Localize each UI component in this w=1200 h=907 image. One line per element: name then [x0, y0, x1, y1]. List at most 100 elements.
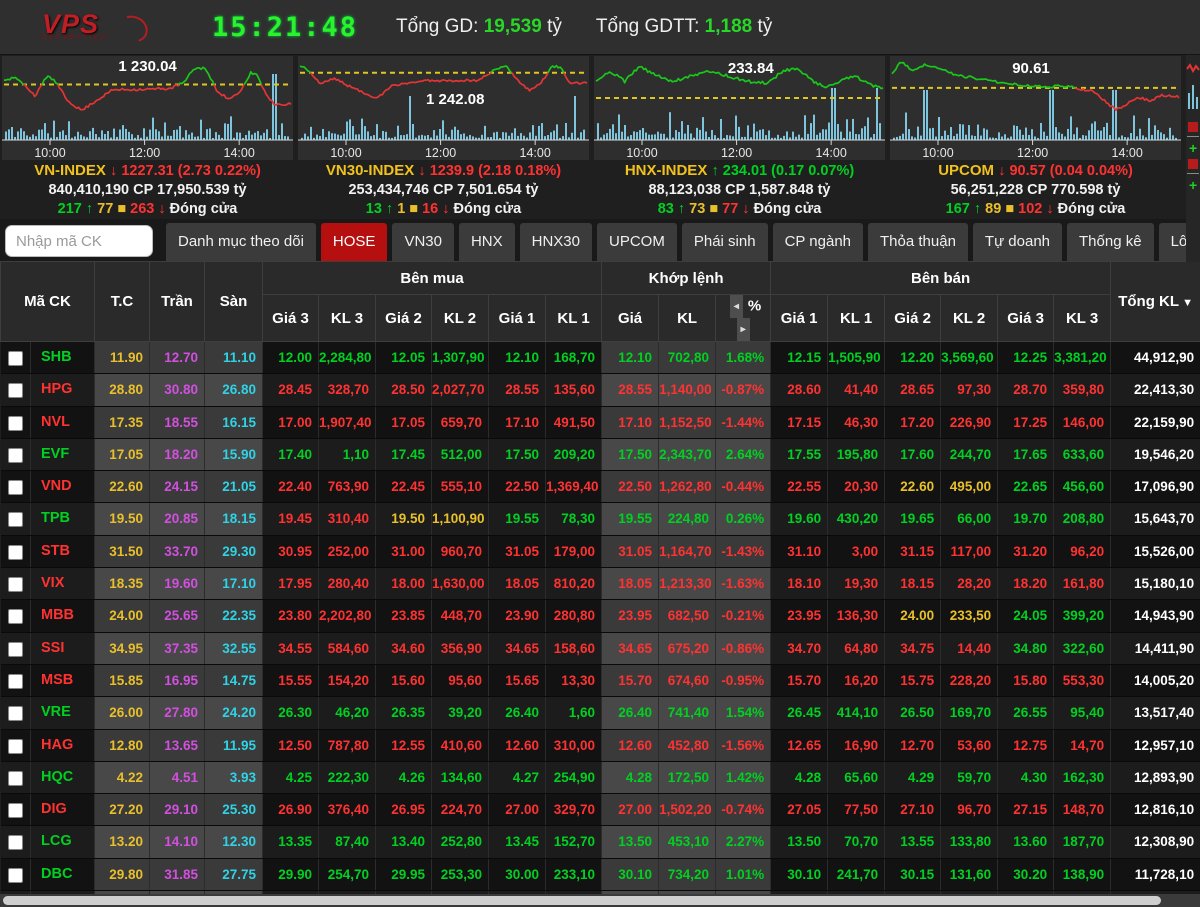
ask-price-cell-2[interactable]: 12.70 [884, 729, 942, 762]
index-headline[interactable]: UPCOM ↓ 90.57 (0.04 0.04%) [890, 161, 1181, 181]
bid-volume-cell-1[interactable]: 179,00 [545, 535, 603, 569]
ceiling-price-cell[interactable]: 31.85 [149, 858, 206, 892]
match-price-cell[interactable]: 17.10 [601, 406, 660, 439]
ceiling-price-cell[interactable]: 18.20 [149, 438, 206, 472]
ask-price-cell-1[interactable]: 31.10 [770, 535, 829, 569]
symbol-cell[interactable]: DBC [30, 858, 96, 892]
bid-price-cell-2[interactable]: 12.55 [375, 729, 433, 762]
floor-price-cell[interactable]: 16.15 [204, 406, 264, 439]
checkbox[interactable] [7, 383, 23, 399]
ask-price-cell-2[interactable]: 17.20 [884, 406, 942, 439]
ask-volume-cell-1[interactable]: 70,70 [827, 825, 886, 859]
col-header-match-vol[interactable]: KL [658, 294, 717, 342]
ask-price-cell-2[interactable]: 13.55 [884, 825, 942, 859]
row-checkbox-cell[interactable] [0, 567, 31, 601]
symbol-cell[interactable]: SSI [30, 632, 96, 665]
bid-volume-cell-3[interactable]: 584,60 [318, 632, 377, 665]
col-header-sell-vol3[interactable]: KL 3 [1053, 294, 1112, 342]
bid-price-cell-2[interactable]: 17.45 [375, 438, 433, 472]
match-volume-cell[interactable]: 1,164,70 [658, 535, 717, 569]
match-percent-cell[interactable]: -0.86% [715, 632, 772, 665]
bid-price-cell-2[interactable]: 4.26 [375, 761, 433, 795]
match-volume-cell[interactable]: 1,262,80 [658, 470, 717, 504]
bid-volume-cell-3[interactable]: 254,70 [318, 858, 377, 892]
col-header-buy-price1[interactable]: Giá 1 [488, 294, 547, 342]
ask-price-cell-2[interactable]: 26.50 [884, 696, 942, 730]
bid-volume-cell-3[interactable]: 87,40 [318, 825, 377, 859]
match-price-cell[interactable]: 19.55 [601, 502, 660, 536]
match-percent-cell[interactable]: -0.44% [715, 470, 772, 504]
tab-phái-sinh[interactable]: Phái sinh [681, 223, 768, 261]
ref-price-cell[interactable]: 24.00 [94, 599, 151, 633]
symbol-cell[interactable]: HQC [30, 761, 96, 795]
bid-price-cell-1[interactable]: 26.40 [488, 696, 547, 730]
tab-cp-ngành[interactable]: CP ngành [772, 223, 864, 261]
bid-price-cell-3[interactable]: 23.80 [262, 599, 320, 633]
bid-price-cell-1[interactable]: 15.65 [488, 664, 547, 698]
match-percent-cell[interactable]: 1.54% [715, 696, 772, 730]
checkbox[interactable] [7, 641, 23, 657]
ask-volume-cell-3[interactable]: 161,80 [1053, 567, 1112, 601]
ask-price-cell-2[interactable]: 18.15 [884, 567, 942, 601]
floor-price-cell[interactable]: 11.95 [204, 729, 264, 762]
ask-volume-cell-1[interactable]: 414,10 [827, 696, 886, 730]
floor-price-cell[interactable]: 22.35 [204, 599, 264, 633]
ask-price-cell-3[interactable]: 19.70 [997, 502, 1055, 536]
bid-volume-cell-2[interactable]: 134,60 [431, 761, 490, 795]
row-checkbox-cell[interactable] [0, 858, 31, 892]
match-volume-cell[interactable]: 452,80 [658, 729, 717, 762]
checkbox[interactable] [7, 673, 23, 689]
bid-volume-cell-2[interactable]: 1,100,90 [431, 502, 490, 536]
ask-price-cell-1[interactable]: 12.15 [770, 341, 829, 375]
ask-price-cell-3[interactable]: 15.80 [997, 664, 1055, 698]
ref-price-cell[interactable]: 28.80 [94, 373, 151, 407]
ask-price-cell-2[interactable]: 24.00 [884, 599, 942, 633]
bid-volume-cell-1[interactable]: 78,30 [545, 502, 603, 536]
checkbox[interactable] [7, 447, 23, 463]
match-price-cell[interactable]: 13.50 [601, 825, 660, 859]
bid-volume-cell-1[interactable]: 233,10 [545, 858, 603, 892]
bid-volume-cell-1[interactable]: 310,00 [545, 729, 603, 762]
bid-price-cell-2[interactable]: 13.40 [375, 825, 433, 859]
floor-price-cell[interactable]: 11.10 [204, 341, 264, 375]
match-volume-cell[interactable]: 674,60 [658, 664, 717, 698]
bid-volume-cell-3[interactable]: 763,90 [318, 470, 377, 504]
bid-price-cell-3[interactable]: 4.25 [262, 761, 320, 795]
bid-volume-cell-1[interactable]: 209,20 [545, 438, 603, 472]
ask-price-cell-3[interactable]: 28.70 [997, 373, 1055, 407]
bid-volume-cell-3[interactable]: 2,202,80 [318, 599, 377, 633]
ask-volume-cell-1[interactable]: 136,30 [827, 599, 886, 633]
bid-volume-cell-2[interactable]: 555,10 [431, 470, 490, 504]
bid-price-cell-1[interactable]: 13.45 [488, 825, 547, 859]
ask-price-cell-1[interactable]: 12.65 [770, 729, 829, 762]
bid-volume-cell-1[interactable]: 491,50 [545, 406, 603, 439]
ref-price-cell[interactable]: 17.05 [94, 438, 151, 472]
ref-price-cell[interactable]: 18.35 [94, 567, 151, 601]
checkbox[interactable] [7, 803, 23, 819]
ask-volume-cell-2[interactable]: 169,70 [940, 696, 999, 730]
bid-price-cell-2[interactable]: 17.05 [375, 406, 433, 439]
ask-price-cell-1[interactable]: 17.55 [770, 438, 829, 472]
match-volume-cell[interactable]: 172,50 [658, 761, 717, 795]
match-volume-cell[interactable]: 2,343,70 [658, 438, 717, 472]
ask-price-cell-1[interactable]: 30.10 [770, 858, 829, 892]
bid-price-cell-3[interactable]: 30.95 [262, 535, 320, 569]
col-header-total-volume[interactable]: Tổng KL ▼ [1110, 261, 1200, 342]
match-price-cell[interactable]: 34.65 [601, 632, 660, 665]
ask-price-cell-1[interactable]: 34.70 [770, 632, 829, 665]
ceiling-price-cell[interactable]: 29.10 [149, 793, 206, 827]
ask-volume-cell-1[interactable]: 19,30 [827, 567, 886, 601]
horizontal-scrollbar[interactable] [0, 894, 1200, 907]
bid-volume-cell-1[interactable]: 1,60 [545, 696, 603, 730]
ceiling-price-cell[interactable]: 12.70 [149, 341, 206, 375]
ask-price-cell-2[interactable]: 34.75 [884, 632, 942, 665]
match-percent-cell[interactable]: -1.43% [715, 535, 772, 569]
bid-price-cell-1[interactable]: 12.10 [488, 341, 547, 375]
col-header-sell-vol2[interactable]: KL 2 [940, 294, 999, 342]
bid-volume-cell-3[interactable]: 328,70 [318, 373, 377, 407]
tab-thỏa-thuận[interactable]: Thỏa thuận [868, 223, 968, 261]
floor-price-cell[interactable]: 29.30 [204, 535, 264, 569]
ask-volume-cell-2[interactable]: 66,00 [940, 502, 999, 536]
ask-volume-cell-3[interactable]: 146,00 [1053, 406, 1112, 439]
col-header-sell-price2[interactable]: Giá 2 [884, 294, 942, 342]
